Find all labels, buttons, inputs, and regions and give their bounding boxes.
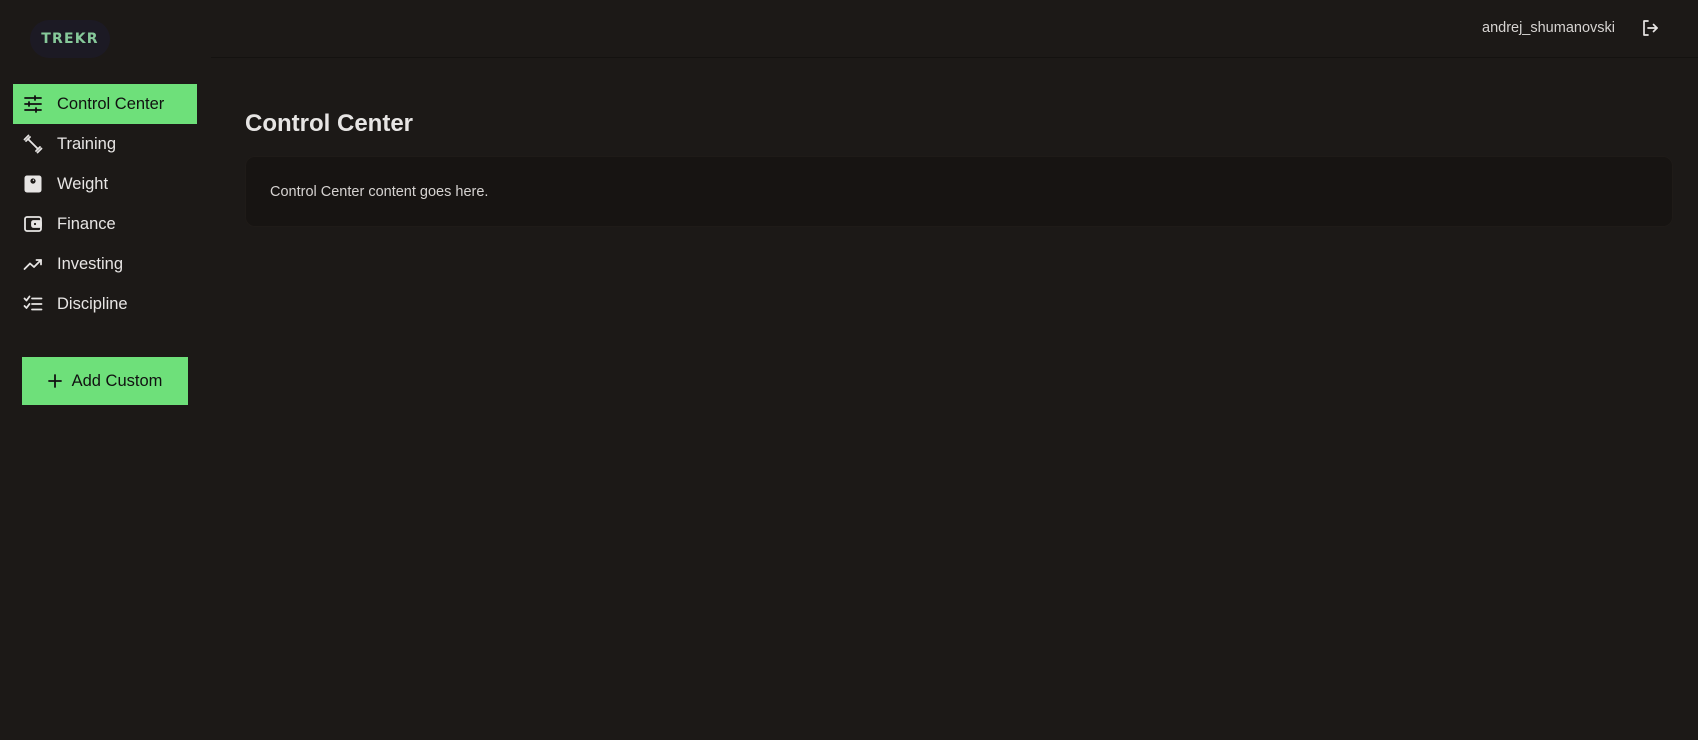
trending-up-icon: [23, 254, 43, 274]
sidebar-nav: Control Center Training Weight Finance I…: [13, 84, 197, 324]
sidebar-item-label: Training: [57, 134, 116, 153]
sidebar-item-label: Weight: [57, 174, 109, 193]
dumbbell-icon: [23, 134, 43, 154]
sidebar-item-investing[interactable]: Investing: [13, 244, 197, 284]
username-label: andrej_shumanovski: [1482, 20, 1615, 36]
add-custom-button[interactable]: Add Custom: [22, 357, 188, 405]
add-custom-label: Add Custom: [71, 371, 163, 390]
sidebar-item-label: Finance: [57, 214, 116, 233]
sidebar: TREKR Control Center Training Weight Fin…: [0, 0, 211, 740]
wallet-icon: [23, 214, 43, 234]
content-placeholder-text: Control Center content goes here.: [270, 183, 489, 200]
sidebar-item-label: Discipline: [57, 294, 128, 313]
sidebar-item-label: Investing: [57, 254, 124, 273]
sidebar-item-control-center[interactable]: Control Center: [13, 84, 197, 124]
plus-icon: [47, 374, 62, 388]
sidebar-item-label: Control Center: [57, 94, 165, 113]
sidebar-item-finance[interactable]: Finance: [13, 204, 197, 244]
checklist-icon: [23, 294, 43, 314]
sliders-icon: [23, 94, 43, 114]
logout-icon[interactable]: [1640, 18, 1660, 38]
app-root: TREKR Control Center Training Weight Fin…: [0, 0, 1698, 740]
sidebar-item-weight[interactable]: Weight: [13, 164, 197, 204]
sidebar-item-discipline[interactable]: Discipline: [13, 284, 197, 324]
page-title: Control Center: [245, 110, 413, 137]
sidebar-item-training[interactable]: Training: [13, 124, 197, 164]
content-card: Control Center content goes here.: [245, 156, 1673, 227]
app-logo[interactable]: TREKR: [30, 20, 110, 58]
scale-icon: [23, 174, 43, 194]
top-header: andrej_shumanovski: [211, 0, 1698, 58]
